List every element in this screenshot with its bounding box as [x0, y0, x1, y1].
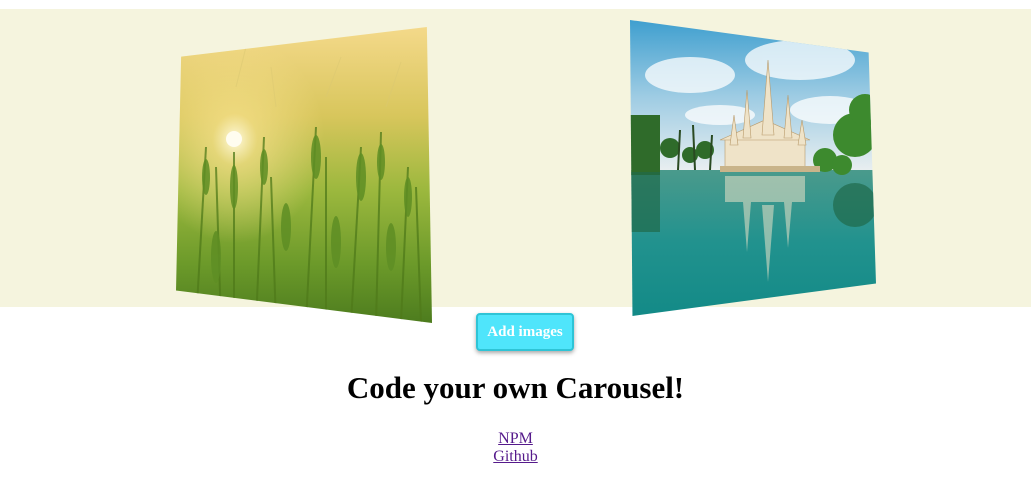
page-title: Code your own Carousel! — [346, 370, 685, 405]
carousel-slide-temple[interactable] — [630, 20, 876, 316]
links-list: NPM Github — [0, 430, 1031, 466]
carousel-stage — [0, 9, 1031, 323]
wheat-field-sunset-image — [176, 27, 432, 323]
temple-reflection-image — [630, 20, 876, 316]
carousel-slide-wheat-field[interactable] — [176, 27, 432, 323]
add-images-button[interactable]: Add images — [476, 313, 574, 351]
github-link[interactable]: Github — [493, 448, 537, 465]
npm-link[interactable]: NPM — [498, 430, 533, 447]
